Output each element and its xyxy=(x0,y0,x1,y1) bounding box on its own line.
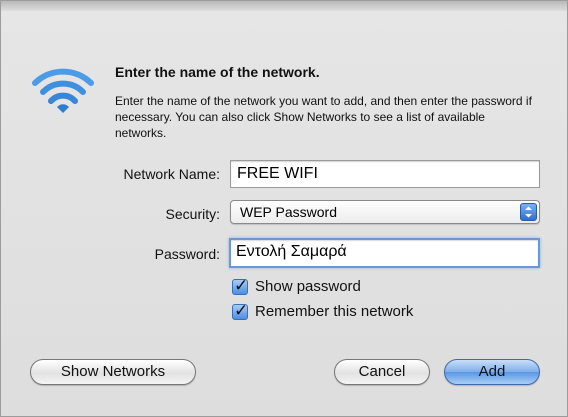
add-button[interactable]: Add xyxy=(444,359,540,385)
remember-network-checkbox[interactable]: ✓ xyxy=(232,301,248,320)
remember-network-label: Remember this network xyxy=(255,303,414,320)
wifi-icon xyxy=(32,68,94,113)
password-label: Password: xyxy=(154,246,220,262)
join-network-dialog: Enter the name of the network. Enter the… xyxy=(0,0,568,417)
show-password-label: Show password xyxy=(255,278,361,295)
security-value: WEP Password xyxy=(240,204,337,220)
dialog-description: Enter the name of the network you want t… xyxy=(115,94,532,140)
password-value: Εντολή Σαμαρά xyxy=(236,243,347,260)
show-networks-button[interactable]: Show Networks xyxy=(30,359,196,385)
network-name-field[interactable]: FREE WIFI xyxy=(230,160,540,188)
dialog-heading: Enter the name of the network. xyxy=(115,64,320,80)
network-name-value: FREE WIFI xyxy=(237,165,318,182)
security-label: Security: xyxy=(165,206,220,222)
password-field[interactable]: Εντολή Σαμαρά xyxy=(229,238,540,268)
show-password-checkbox[interactable]: ✓ xyxy=(232,276,248,295)
popup-arrows-icon xyxy=(520,203,537,221)
network-name-label: Network Name: xyxy=(123,166,220,182)
checkmark-icon: ✓ xyxy=(234,276,249,295)
dialog-top-edge xyxy=(1,1,567,11)
cancel-button[interactable]: Cancel xyxy=(334,359,430,385)
checkmark-icon: ✓ xyxy=(234,301,249,320)
security-popup[interactable]: WEP Password xyxy=(230,200,540,224)
